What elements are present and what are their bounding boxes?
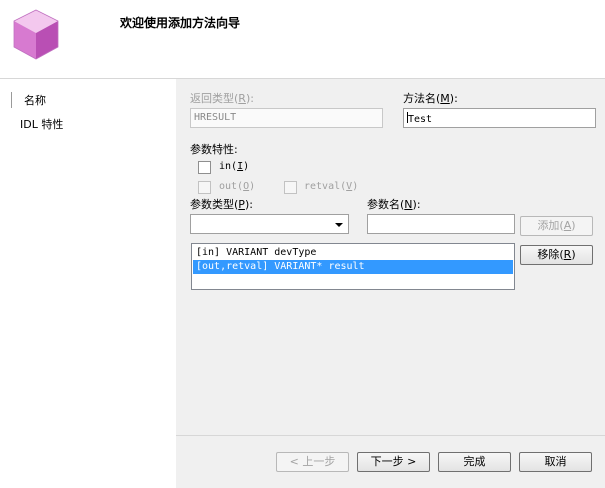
next-button[interactable]: 下一步 > (357, 452, 430, 472)
in-checkbox-label: in(I) (219, 161, 250, 172)
nav-item-name[interactable]: 名称 (24, 92, 46, 108)
return-type-label: 返回类型(R): (190, 92, 254, 105)
method-name-value: Test (408, 114, 433, 125)
out-checkbox-label: out(O) (219, 181, 256, 192)
method-name-input[interactable]: Test (403, 108, 596, 128)
wizard-header: 欢迎使用添加方法向导 (0, 0, 605, 78)
param-name-input[interactable] (367, 214, 515, 234)
cancel-button[interactable]: 取消 (519, 452, 592, 472)
back-button: < 上一步 (276, 452, 349, 472)
nav-selected-marker (11, 92, 12, 108)
parameters-list[interactable]: [in] VARIANT devType [out,retval] VARIAN… (191, 243, 515, 290)
wizard-title: 欢迎使用添加方法向导 (120, 16, 241, 30)
method-name-label: 方法名(M): (403, 92, 458, 105)
finish-button[interactable]: 完成 (438, 452, 511, 472)
param-attributes-label: 参数特性: (190, 143, 238, 156)
retval-checkbox (284, 181, 297, 194)
in-checkbox[interactable] (198, 161, 211, 174)
chevron-down-icon[interactable] (335, 223, 343, 227)
param-type-label: 参数类型(P): (190, 198, 253, 211)
footer-divider (176, 435, 605, 436)
param-type-combo[interactable] (190, 214, 349, 234)
retval-checkbox-label: retval(V) (304, 181, 359, 192)
add-button: 添加(A) (520, 216, 593, 236)
list-item-selected[interactable]: [out,retval] VARIANT* result (193, 260, 513, 274)
nav-item-idl-attributes[interactable]: IDL 特性 (20, 116, 63, 132)
param-name-label: 参数名(N): (367, 198, 421, 211)
return-type-field: HRESULT (190, 108, 383, 128)
remove-button[interactable]: 移除(R) (520, 245, 593, 265)
wizard-cube-icon (13, 9, 59, 60)
list-item[interactable]: [in] VARIANT devType (193, 246, 513, 260)
out-checkbox (198, 181, 211, 194)
wizard-nav (0, 79, 176, 488)
